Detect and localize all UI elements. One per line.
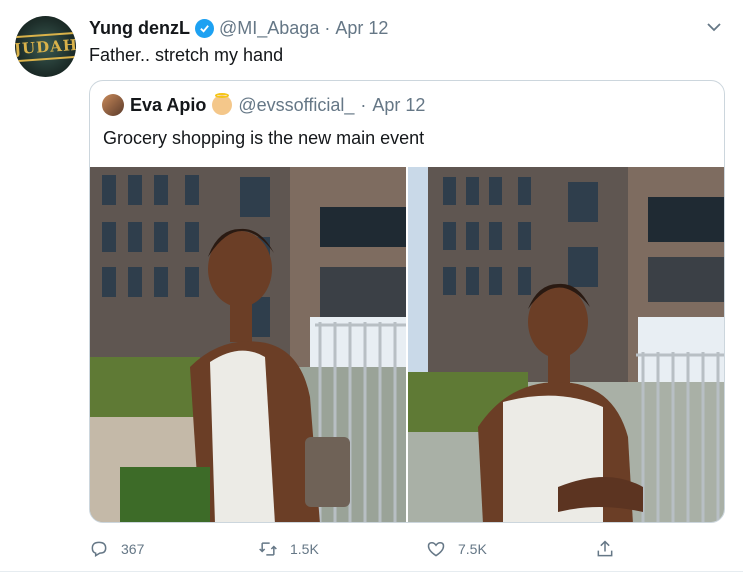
- retweet-icon: [259, 542, 277, 556]
- header-separator: ·: [324, 18, 331, 38]
- quoted-author-display-name: Eva Apio: [130, 94, 207, 115]
- author-display-name[interactable]: Yung denzL: [89, 18, 190, 39]
- quoted-header-separator: ·: [360, 94, 367, 115]
- chevron-down-icon[interactable]: [705, 18, 723, 36]
- quoted-author-avatar: [102, 94, 124, 116]
- author-avatar[interactable]: JUDAH: [15, 16, 76, 77]
- reply-icon: [91, 541, 107, 557]
- photo-2-image: [408, 167, 724, 522]
- like-button[interactable]: 7.5K: [426, 539, 487, 559]
- quoted-tweet-date: Apr 12: [372, 94, 426, 115]
- quoted-tweet[interactable]: Eva Apio @evssofficial_ · Apr 12 Grocery…: [89, 80, 725, 523]
- quoted-tweet-header: Eva Apio @evssofficial_ · Apr 12: [102, 93, 426, 116]
- tweet-text: Father.. stretch my hand: [89, 45, 284, 65]
- avatar-logo-text: JUDAH: [15, 30, 76, 63]
- retweet-button[interactable]: 1.5K: [258, 539, 319, 559]
- tweet-divider: [0, 571, 743, 572]
- angel-emoji-icon: [212, 93, 233, 115]
- share-icon: [597, 540, 613, 557]
- tweet[interactable]: JUDAH Yung denzL @MI_Abaga · Apr 12 Fath…: [0, 0, 743, 575]
- like-icon: [427, 541, 445, 557]
- tweet-actions: 367 1.5K 7.5K: [89, 539, 634, 565]
- quoted-author-handle: @evssofficial_: [238, 94, 355, 115]
- quoted-photo-2[interactable]: [408, 167, 724, 522]
- photo-1-image: [90, 167, 406, 522]
- quoted-tweet-text: Grocery shopping is the new main event: [103, 128, 425, 148]
- reply-count: 367: [121, 541, 145, 557]
- author-handle[interactable]: @MI_Abaga: [219, 18, 319, 39]
- quoted-photo-1[interactable]: [90, 167, 406, 522]
- like-count: 7.5K: [458, 541, 487, 557]
- reply-button[interactable]: 367: [89, 539, 144, 559]
- verified-badge-icon: [195, 19, 214, 38]
- tweet-header: Yung denzL @MI_Abaga · Apr 12: [89, 18, 388, 39]
- tweet-date[interactable]: Apr 12: [335, 18, 388, 39]
- retweet-count: 1.5K: [290, 541, 319, 557]
- share-button[interactable]: [595, 539, 615, 559]
